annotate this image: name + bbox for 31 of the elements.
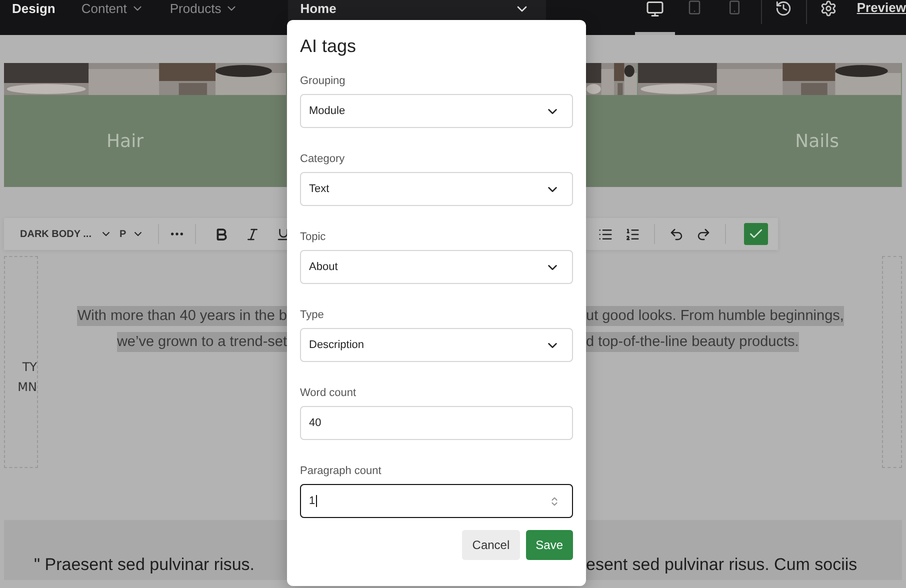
column-text: TY	[22, 360, 37, 374]
field-label: Grouping	[300, 75, 346, 87]
save-button[interactable]: Save	[526, 530, 573, 560]
nav-menu-item[interactable]: Products	[170, 0, 238, 16]
select-field[interactable]: Description	[300, 328, 573, 362]
number-field[interactable]: 40	[300, 406, 573, 440]
style-dropdown[interactable]: DARK BODY ...	[20, 228, 92, 240]
field-label: Topic	[300, 231, 327, 243]
quote-text: esent sed pulvinar risus. Cum sociis	[586, 554, 858, 575]
cancel-button[interactable]: Cancel	[462, 530, 520, 560]
selected-text: With more than 40 years in the b	[77, 306, 287, 326]
field-label: Word count	[300, 387, 358, 399]
preview-link[interactable]: Preview	[856, 0, 906, 15]
field-label: Type	[300, 309, 325, 321]
dialog-title: AI tags	[300, 36, 358, 57]
select-field[interactable]: About	[300, 250, 573, 284]
select-field[interactable]: Text	[300, 172, 573, 206]
select-field[interactable]: Module	[300, 94, 573, 128]
column-text: MN	[18, 380, 37, 394]
number-field[interactable]: 1	[300, 484, 573, 518]
selected-text: d top-of-the-line beauty products.	[586, 332, 799, 352]
selected-text: we’ve grown to a trend-set	[116, 332, 287, 352]
tile-label: Nails	[795, 130, 839, 152]
field-label: Paragraph count	[300, 465, 382, 477]
tag-dropdown[interactable]: P	[120, 228, 126, 240]
field-label: Category	[300, 153, 346, 165]
quote-text: " Praesent sed pulvinar risus.	[34, 554, 256, 575]
nav-menu-item[interactable]: Design	[12, 0, 56, 16]
selected-text: ut good looks. From humble beginnings,	[586, 306, 844, 326]
nav-menu-item[interactable]: Content	[81, 0, 144, 16]
tile-label: Hair	[106, 130, 144, 152]
